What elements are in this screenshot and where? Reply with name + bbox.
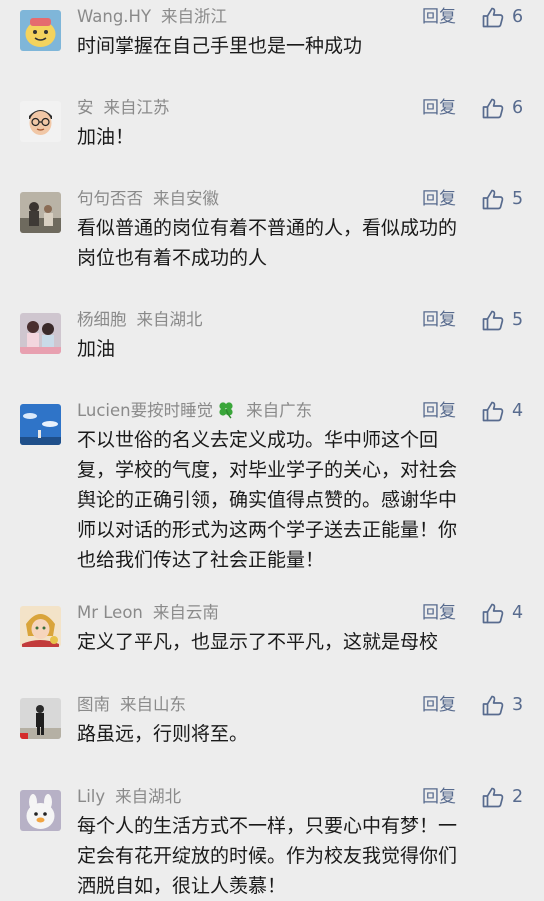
like-button[interactable]: 2: [482, 784, 523, 810]
comment-text-line: 看似普通的岗位有着不普通的人，看似成功的: [77, 217, 458, 239]
avatar[interactable]: [20, 606, 61, 647]
location-label: 来自浙江: [161, 7, 228, 26]
like-count: 6: [512, 7, 524, 27]
location-label: 来自广东: [246, 401, 313, 420]
comment-meta: Lily 来自湖北: [77, 784, 181, 810]
like-count: 6: [512, 98, 524, 118]
username[interactable]: Wang.HY: [77, 7, 151, 26]
like-count: 5: [512, 310, 524, 330]
like-button[interactable]: 4: [482, 600, 523, 626]
comment-text-line: 舆论的正确引领，确实值得点赞的。感谢华中: [77, 489, 458, 511]
like-button[interactable]: 5: [482, 307, 523, 333]
reply-button[interactable]: 回复: [422, 307, 456, 333]
like-button[interactable]: 6: [482, 95, 523, 121]
like-count: 3: [512, 695, 524, 715]
like-button[interactable]: 4: [482, 398, 523, 424]
comment-text-line: 加油！: [77, 126, 135, 148]
comment-text-line: 岗位也有着不成功的人: [77, 247, 268, 269]
like-button[interactable]: 6: [482, 4, 523, 30]
comment-text: 时间掌握在自己手里也是一种成功: [77, 31, 527, 61]
reply-button[interactable]: 回复: [422, 398, 456, 424]
comment-meta: Mr Leon 来自云南: [77, 600, 219, 626]
reply-button[interactable]: 回复: [422, 95, 456, 121]
avatar[interactable]: [20, 313, 61, 354]
reply-button[interactable]: 回复: [422, 4, 456, 30]
comment-meta: Lucien要按时睡觉 来自广东: [77, 398, 312, 424]
username[interactable]: 图南: [77, 695, 110, 714]
comment-list: Wang.HY 来自浙江 回复 6 时间掌握在自己手里也是一种成功 安来自江苏 回…: [0, 0, 544, 900]
comment-meta: 杨细胞 来自湖北: [77, 307, 203, 333]
like-button[interactable]: 5: [482, 186, 523, 212]
username[interactable]: Lucien要按时睡觉: [77, 401, 213, 420]
thumbs-up-icon: [482, 603, 504, 624]
comment-text-line: 时间掌握在自己手里也是一种成功: [77, 35, 363, 57]
reply-button[interactable]: 回复: [422, 186, 456, 212]
comment-meta: 句句否否 来自安徽: [77, 186, 219, 212]
comment-text-line: 定会有花开绽放的时候。作为校友我觉得你们: [77, 845, 458, 867]
comment-text: 每个人的生活方式不一样，只要心中有梦！一 定会有花开绽放的时候。作为校友我觉得你们…: [77, 811, 527, 901]
comment-text-line: 加油: [77, 338, 116, 360]
username[interactable]: Mr Leon: [77, 603, 143, 622]
location-label: 来自湖北: [115, 787, 182, 806]
avatar[interactable]: [20, 698, 61, 739]
avatar[interactable]: [20, 101, 61, 142]
reply-button[interactable]: 回复: [422, 784, 456, 810]
thumbs-up-icon: [482, 7, 504, 28]
comment-meta: 安来自江苏: [77, 95, 170, 121]
comment-text-line: 路虽远，行则将至。: [77, 723, 249, 745]
username[interactable]: 安: [77, 98, 94, 117]
location-label: 来自山东: [120, 695, 186, 714]
comment-text-line: 也给我们传达了社会正能量！: [77, 549, 325, 571]
comment-text-line: 洒脱自如，很让人羡慕！: [77, 875, 287, 897]
thumbs-up-icon: [482, 98, 504, 119]
thumbs-up-icon: [482, 695, 504, 716]
thumbs-up-icon: [482, 189, 504, 210]
avatar[interactable]: [20, 10, 61, 51]
avatar[interactable]: [20, 192, 61, 233]
thumbs-up-icon: [482, 401, 504, 422]
username[interactable]: Lily: [77, 787, 105, 806]
comment-text: 路虽远，行则将至。: [77, 719, 527, 749]
thumbs-up-icon: [482, 310, 504, 331]
comment-text-line: 复，学校的气度，对毕业学子的关心，对社会: [77, 459, 458, 481]
thumbs-up-icon: [482, 787, 504, 808]
comment-text: 看似普通的岗位有着不普通的人，看似成功的 岗位也有着不成功的人: [77, 213, 527, 273]
like-button[interactable]: 3: [482, 692, 523, 718]
comment-text: 加油: [77, 334, 527, 364]
comment-text-line: 师以对话的形式为这两个学子送去正能量！你: [77, 519, 458, 541]
comment-text-line: 定义了平凡，也显示了不平凡，这就是母校: [77, 631, 439, 653]
like-count: 4: [512, 401, 524, 421]
reply-button[interactable]: 回复: [422, 692, 456, 718]
location-label: 来自江苏: [103, 98, 170, 117]
like-count: 5: [512, 189, 524, 209]
location-label: 来自湖北: [136, 310, 203, 329]
location-label: 来自安徽: [153, 189, 219, 208]
comment-text: 定义了平凡，也显示了不平凡，这就是母校: [77, 627, 527, 657]
avatar[interactable]: [20, 404, 61, 445]
location-label: 来自云南: [152, 603, 219, 622]
comment-meta: 图南 来自山东: [77, 692, 186, 718]
reply-button[interactable]: 回复: [422, 600, 456, 626]
comment-meta: Wang.HY 来自浙江: [77, 4, 227, 30]
four-leaf-clover-icon: [216, 399, 236, 427]
username[interactable]: 句句否否: [77, 189, 143, 208]
comment-text-line: 每个人的生活方式不一样，只要心中有梦！一: [77, 815, 458, 837]
like-count: 2: [512, 787, 524, 807]
comment-text-line: 不以世俗的名义去定义成功。华中师这个回: [77, 429, 439, 451]
avatar[interactable]: [20, 790, 61, 831]
comment-text: 加油！: [77, 122, 527, 152]
like-count: 4: [512, 603, 524, 623]
username[interactable]: 杨细胞: [77, 310, 127, 329]
comment-text: 不以世俗的名义去定义成功。华中师这个回 复，学校的气度，对毕业学子的关心，对社会舆…: [77, 425, 527, 575]
